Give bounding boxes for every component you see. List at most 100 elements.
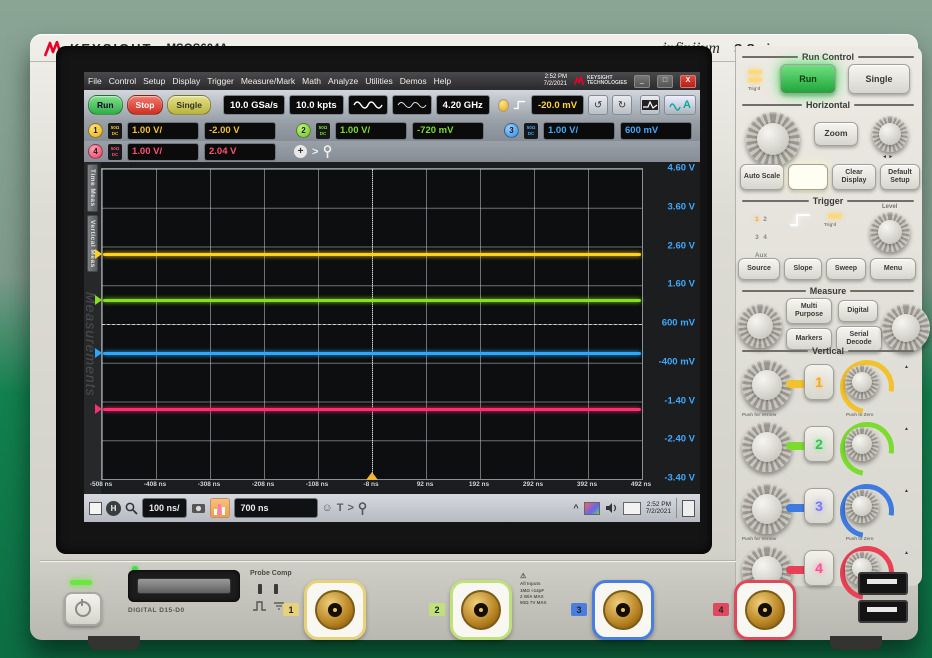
ch2-button[interactable]: 2 [804,426,834,462]
trigger-level-field[interactable]: -20.0 mV [531,95,584,115]
auto-scale-button[interactable]: Auto Scale [740,164,784,190]
channel-1-indicator[interactable]: 1 [88,123,103,138]
menu-setup[interactable]: Setup [143,76,165,86]
channel-4-indicator[interactable]: 4 [88,144,103,159]
horizontal-position-knob[interactable] [872,116,908,152]
menu-control[interactable]: Control [109,76,136,86]
default-setup-button[interactable]: Default Setup [880,164,920,190]
ch3-button[interactable]: 3 [804,488,834,524]
horizontal-scale-knob[interactable] [746,112,800,166]
menu-utilities[interactable]: Utilities [365,76,392,86]
marker-t-icon[interactable]: T [337,502,344,514]
trigd-led-label: Trig'd [748,86,760,91]
channel-4-scale-field[interactable]: 1.00 V/ [127,143,199,161]
touch-button[interactable] [788,164,828,190]
channel-1-offset-field[interactable]: -2.00 V [204,122,276,140]
horizontal-button[interactable]: H [106,501,121,516]
tray-display-icon[interactable] [584,502,600,515]
tab-time-meas[interactable]: Time Meas [87,164,98,212]
histogram-tool-icon[interactable] [210,498,230,518]
emoticon-icon[interactable]: ☺ [322,502,333,514]
channel-2-offset-field[interactable]: -720 mV [412,122,484,140]
pin-icon[interactable] [358,502,367,515]
clear-display-button[interactable]: Clear Display [832,164,876,190]
power-icon [75,601,91,617]
channel-1-scale-field[interactable]: 1.00 V/ [127,122,199,140]
camera-icon[interactable] [191,502,206,514]
trigger-source-button[interactable]: Source [738,258,780,280]
menu-analyze[interactable]: Analyze [328,76,358,86]
ch2-scale-knob[interactable] [742,422,792,472]
channel-4-offset-field[interactable]: 2.04 V [204,143,276,161]
ch1-button[interactable]: 1 [804,364,834,400]
maximize-button[interactable]: □ [657,75,673,88]
trigger-menu-button[interactable]: Menu [870,258,916,280]
analyze-a-button[interactable]: A [664,95,696,115]
trigger-sweep-button[interactable]: Sweep [826,258,866,280]
channel-1-coupling-badge[interactable]: 50ΩDC [108,123,122,139]
channel-3-indicator[interactable]: 3 [504,123,519,138]
tab-vertical-meas[interactable]: Vertical Meas [87,215,98,273]
menu-file[interactable]: File [88,76,102,86]
memory-depth-field[interactable]: 10.0 kpts [289,95,344,115]
single-button-panel[interactable]: Single [848,64,910,94]
close-button[interactable]: X [680,75,696,88]
display-waveform-button[interactable] [640,95,660,115]
trigger-time-marker[interactable] [366,472,378,480]
channel-2-coupling-badge[interactable]: 50ΩDC [316,123,330,139]
cursors-knob[interactable] [738,304,782,348]
channel-4-coupling-badge[interactable]: 50ΩDC [108,144,122,160]
pin-icon[interactable] [323,145,332,158]
notification-icon[interactable] [682,500,695,517]
sample-rate-field[interactable]: 10.0 GSa/s [223,95,285,115]
power-button[interactable] [64,592,102,626]
show-desktop-icon[interactable] [89,502,102,515]
run-stop-button[interactable]: Run [780,64,836,94]
center-horizontal-line [102,324,642,325]
single-button[interactable]: Single [167,95,211,115]
y-label: 3.60 V [668,201,695,212]
add-waveform-button[interactable]: + [294,145,307,158]
ch1-offset-knob[interactable] [845,365,879,399]
channel-3-scale-field[interactable]: 1.00 V/ [543,122,615,140]
bandwidth-field[interactable]: 4.20 GHz [436,95,490,115]
graticule[interactable] [101,168,643,480]
menu-help[interactable]: Help [434,76,451,86]
run-button[interactable]: Run [88,95,123,115]
zoom-button[interactable]: Zoom [814,122,858,146]
waveform-style-2-button[interactable] [392,95,432,115]
trigger-led-4: 4 [763,234,767,241]
timebase-scale-field[interactable]: 100 ns/ [142,498,187,518]
measure-pan-knob[interactable] [882,304,930,352]
trigger-level-knob[interactable] [870,212,910,252]
trigger-slope-button[interactable]: Slope [784,258,822,280]
undo-button[interactable]: ↺ [588,95,608,115]
menu-math[interactable]: Math [302,76,321,86]
menu-display[interactable]: Display [172,76,200,86]
channel-3-coupling-badge[interactable]: 50ΩDC [524,123,538,139]
ch3-offset-knob[interactable] [845,489,879,523]
channel-2-indicator[interactable]: 2 [296,123,311,138]
expand-arrow-icon[interactable]: > [312,146,318,158]
menu-demos[interactable]: Demos [400,76,427,86]
redo-button[interactable]: ↻ [612,95,632,115]
expand-arrow-icon[interactable]: > [348,502,354,514]
ch4-button[interactable]: 4 [804,550,834,586]
waveform-style-button[interactable] [348,95,388,115]
menu-trigger[interactable]: Trigger [207,76,234,86]
delay-field[interactable]: 700 ns [234,498,318,518]
minimize-button[interactable]: _ [634,75,650,88]
multi-purpose-button[interactable]: Multi Purpose [786,298,832,324]
ch1-scale-knob[interactable] [742,360,792,410]
channel-2-scale-field[interactable]: 1.00 V/ [335,122,407,140]
ch3-scale-knob[interactable] [742,484,792,534]
tray-chevron-icon[interactable]: ^ [573,503,578,513]
stop-button[interactable]: Stop [127,95,164,115]
menu-measure-mark[interactable]: Measure/Mark [241,76,295,86]
zoom-magnifier-icon[interactable] [125,502,138,515]
keyboard-icon[interactable] [623,502,641,515]
speaker-icon[interactable] [605,502,618,514]
ch2-offset-knob[interactable] [845,427,879,461]
digital-button[interactable]: Digital [838,300,878,322]
channel-3-offset-field[interactable]: 600 mV [620,122,692,140]
